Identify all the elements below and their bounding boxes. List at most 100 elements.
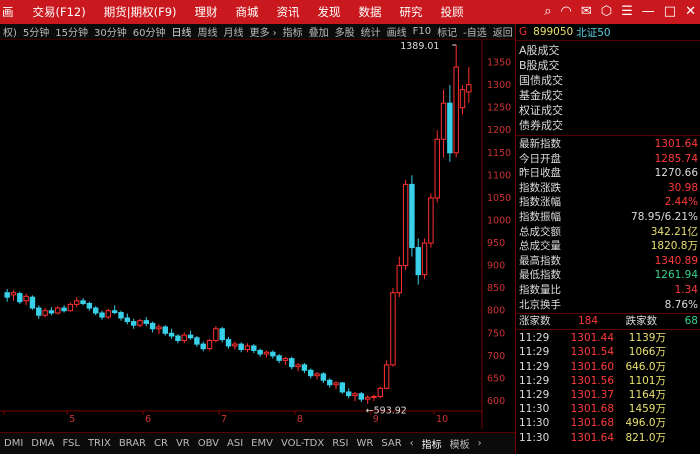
trade-category-4[interactable]: 权证成交: [519, 103, 700, 118]
candle-body: [55, 307, 61, 314]
menu-item-4[interactable]: 商城: [227, 4, 268, 20]
tick-time: 11:29: [519, 374, 550, 387]
x-tick-label: 7: [221, 414, 227, 425]
period-tab-0[interactable]: 5分钟: [20, 24, 52, 39]
stat-value: 342.21亿: [650, 225, 698, 238]
tick-row: 11:29 1301.56 1101万: [516, 374, 700, 388]
candle-body: [156, 326, 162, 330]
stat-row: 最高指数 1340.89: [516, 254, 700, 269]
period-tab-1[interactable]: 15分钟: [52, 24, 91, 39]
candle-body: [453, 66, 459, 154]
toolbar-action-5[interactable]: F10: [410, 26, 434, 37]
headset-icon[interactable]: ◠: [561, 0, 572, 24]
indicator-tab-9[interactable]: EMV: [247, 438, 277, 449]
stat-value: 1820.8万: [650, 240, 698, 253]
menu-icon[interactable]: ☰: [621, 0, 633, 24]
menu-item-8[interactable]: 研究: [391, 4, 432, 20]
tick-volume: 1459万: [628, 403, 666, 416]
toolbar-action-4[interactable]: 画线: [384, 24, 410, 39]
candle-body: [80, 300, 86, 305]
candle-body: [364, 396, 371, 400]
period-tab-4[interactable]: 日线: [168, 24, 194, 39]
indicator-tab-15[interactable]: 指标: [418, 436, 446, 451]
tick-volume: 1139万: [628, 332, 666, 345]
tick-list[interactable]: 11:29 1301.44 1139万 11:29 1301.54 1066万 11:29 1…: [516, 330, 700, 445]
indicator-tab-0[interactable]: DMI: [0, 438, 27, 449]
tick-time: 11:29: [519, 332, 550, 345]
indicator-tab-6[interactable]: VR: [172, 438, 194, 449]
indicator-tab-4[interactable]: BRAR: [115, 438, 150, 449]
menu-item-1[interactable]: 交易(F12): [24, 4, 95, 20]
tick-price: 1301.68: [570, 403, 614, 416]
candle-body: [345, 391, 352, 397]
tick-volume: 1101万: [628, 374, 666, 387]
candle-body: [257, 349, 263, 355]
period-tab-6[interactable]: 月线: [220, 24, 246, 39]
toolbar-action-6[interactable]: 标记: [434, 24, 460, 39]
indicator-tab-13[interactable]: SAR: [377, 438, 405, 449]
candle-body: [29, 296, 36, 309]
y-tick-label: 900: [487, 261, 505, 272]
candle-body: [92, 307, 99, 314]
candle-body: [143, 320, 150, 324]
trade-category-1[interactable]: B股成交: [519, 58, 700, 73]
indicator-tab-1[interactable]: DMA: [27, 438, 58, 449]
trade-category-0[interactable]: A股成交: [519, 43, 700, 58]
trade-category-3[interactable]: 基金成交: [519, 88, 700, 103]
menu-item-6[interactable]: 发现: [309, 4, 350, 20]
menu-item-7[interactable]: 数据: [350, 4, 391, 20]
period-tab-2[interactable]: 30分钟: [91, 24, 130, 39]
indicator-tab-8[interactable]: ASI: [223, 438, 247, 449]
indicator-tab-11[interactable]: RSI: [328, 438, 352, 449]
indicator-tab-5[interactable]: CR: [150, 438, 172, 449]
period-tab-5[interactable]: 周线: [194, 24, 220, 39]
menu-item-9[interactable]: 投顾: [432, 4, 473, 20]
indicator-tab-2[interactable]: FSL: [58, 438, 84, 449]
toolbar-action-7[interactable]: -自选: [460, 24, 490, 39]
kline-chart[interactable]: 600 650 700 750 800 850 900 950 1000 1050 1100 1150…: [0, 40, 515, 429]
tick-volume: 1164万: [628, 388, 666, 401]
search-icon[interactable]: ⌕: [544, 0, 551, 24]
candle-body: [149, 322, 156, 330]
toolbar-action-0[interactable]: 指标: [280, 24, 306, 39]
menu-item-5[interactable]: 资讯: [268, 4, 309, 20]
tick-volume: 646.0万: [625, 360, 666, 373]
y-tick-label: 1250: [487, 103, 511, 114]
indicator-tab-7[interactable]: OBV: [194, 438, 223, 449]
x-tick-label: 6: [145, 414, 151, 425]
close-icon[interactable]: ✕: [685, 0, 696, 24]
stock-header: G 899050 北证50: [516, 24, 700, 41]
candle-body: [428, 197, 434, 244]
mail-icon[interactable]: ✉: [581, 0, 592, 24]
trade-category-2[interactable]: 国债成交: [519, 73, 700, 88]
toolbar-action-1[interactable]: 叠加: [306, 24, 332, 39]
candle-body: [409, 183, 415, 249]
menu-item-3[interactable]: 理财: [186, 4, 227, 20]
minimize-icon[interactable]: —: [642, 0, 655, 24]
indicator-tab-10[interactable]: VOL-TDX: [277, 438, 328, 449]
toolbar-action-3[interactable]: 统计: [358, 24, 384, 39]
candle-body: [314, 373, 320, 377]
x-tick-label: 10: [436, 414, 448, 425]
stat-row: 总成交量 1820.8万: [516, 239, 700, 254]
indicator-tab-12[interactable]: WR: [352, 438, 377, 449]
candle-body: [181, 334, 187, 342]
toolbar-action-8[interactable]: 返回: [490, 24, 515, 39]
menu-item-2[interactable]: 期货|期权(F9): [95, 4, 186, 20]
trade-category-5[interactable]: 债券成交: [519, 118, 700, 133]
candle-body: [219, 328, 225, 341]
x-tick-label: 8: [297, 414, 303, 425]
maximize-icon[interactable]: □: [664, 0, 676, 24]
y-tick-label: 950: [487, 238, 505, 249]
indicator-tab-16[interactable]: 模板: [446, 436, 474, 451]
menu-item-0[interactable]: 画: [0, 4, 24, 20]
indicator-tab-14[interactable]: ‹: [406, 438, 418, 449]
toolbar-action-2[interactable]: 多股: [332, 24, 358, 39]
stat-label: 昨日收盘: [519, 167, 561, 180]
period-tab-3[interactable]: 60分钟: [130, 24, 169, 39]
period-tab-7[interactable]: 更多 ›: [246, 24, 279, 39]
box-icon[interactable]: ⬡: [601, 0, 612, 24]
indicator-tab-17[interactable]: ›: [474, 438, 486, 449]
indicator-tab-3[interactable]: TRIX: [84, 438, 115, 449]
candle-body: [383, 364, 390, 389]
